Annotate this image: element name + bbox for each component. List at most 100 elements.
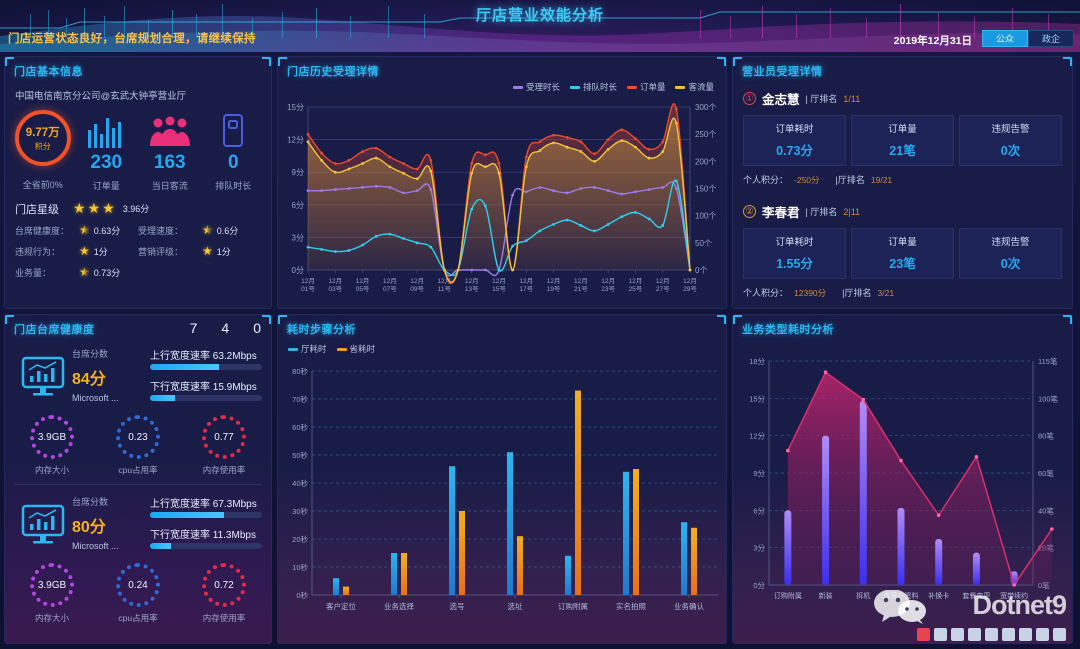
gauge-value: 3.9GB (37, 579, 67, 591)
clerk-rank-value: 2|11 (843, 206, 861, 217)
corner-decoration (717, 315, 726, 324)
legend-item-traffic[interactable]: 客流量 (675, 81, 714, 93)
corner-decoration (1063, 315, 1072, 324)
legend-item-province-time[interactable]: 省耗时 (336, 343, 376, 355)
metric-violation: 违规行为： ★ 1分 (15, 244, 138, 258)
kpi-queue: 0 排队时长 (202, 110, 266, 192)
gauge-memory-size: 3.9GB 内存大小 (9, 415, 95, 476)
stat-value: 1.55分 (776, 257, 813, 271)
svg-text:12月: 12月 (519, 277, 533, 285)
svg-text:21号: 21号 (574, 285, 588, 293)
personal-score-value: 12390分 (794, 287, 827, 298)
svg-text:30秒: 30秒 (292, 506, 308, 516)
foot-rank-value: 3/21 (877, 287, 895, 298)
desk-os-name: Microsoft ... (72, 541, 119, 551)
chart-biztype: 0分3分6分9分12分15分18分0笔20笔40笔60笔80笔100笔115笔订… (749, 356, 1058, 600)
star-half-icon: ★ (79, 265, 90, 279)
panel-steps-chart: 耗时步骤分析 厅耗时 省耗时 0秒 10秒 20秒 30秒 40秒 50秒 60秒 70秒 80… (277, 314, 727, 644)
svg-text:0个: 0个 (695, 266, 707, 275)
stat-label: 违规告警 (991, 237, 1030, 248)
clerk-card[interactable]: ① 金志慧 | 厅排名 1/11 订单耗时 0.73分 订单量 21笔 违规告警… (733, 79, 1072, 186)
gauge-label: cpu占用率 (118, 465, 158, 475)
kpi-orders: 230 订单量 (75, 110, 139, 192)
svg-text:补换卡: 补换卡 (928, 591, 949, 600)
star-icon: ★ (87, 200, 101, 216)
svg-text:13号: 13号 (465, 285, 479, 293)
legend-item-order-count[interactable]: 订单量 (626, 81, 665, 93)
rank-badge-icon: ② (743, 205, 756, 218)
clerk-rank-label: | 厅排名 (805, 207, 838, 217)
tab-public[interactable]: 公众 (982, 30, 1028, 47)
panel-title-steps: 耗时步骤分析 (287, 324, 356, 336)
svg-text:改客户资料: 改客户资料 (884, 591, 919, 600)
svg-text:12月: 12月 (601, 277, 615, 285)
corner-decoration (262, 315, 271, 324)
metric-value: 1分 (93, 246, 108, 257)
gauge-label: 内存使用率 (202, 465, 246, 475)
svg-text:05号: 05号 (356, 285, 370, 293)
segment-toggle[interactable]: 公众 政企 (982, 30, 1074, 47)
clerk-rank-value: 1/11 (843, 93, 861, 104)
corner-decoration (5, 57, 14, 66)
legend-steps[interactable]: 厅耗时 省耗时 (278, 337, 726, 355)
page-title: 厅店营业效能分析 (475, 7, 605, 24)
legend-item-handling-time[interactable]: 受理时长 (512, 81, 560, 93)
svg-text:19号: 19号 (547, 285, 561, 293)
page-header: 厅店营业效能分析 门店运营状态良好，台席规划合理，请继续保持 2019年12月3… (0, 0, 1080, 52)
points-ring: 9.77万 积分 (14, 110, 71, 166)
dashboard-body: 门店基本信息 中国电信南京分公司@玄武大钟亭营业厅 9.77万 积分 全省前0% (0, 52, 1080, 649)
svg-text:25号: 25号 (629, 285, 643, 293)
svg-text:6分: 6分 (292, 201, 304, 210)
desk-health-counters: 7 4 0 (190, 320, 261, 336)
panel-desk-health: 门店台席健康度 7 4 0 台席分数 84分 Microsoft ... 上行宽… (4, 314, 272, 644)
svg-text:3分: 3分 (292, 233, 304, 242)
desk-block[interactable]: 台席分数 80分 Microsoft ... 上行宽度速率 67.3Mbps 下… (5, 485, 271, 561)
panel-store-info: 门店基本信息 中国电信南京分公司@玄武大钟亭营业厅 9.77万 积分 全省前0% (4, 56, 272, 309)
svg-text:拆机: 拆机 (856, 591, 870, 600)
monitor-icon (14, 493, 72, 557)
foot-rank-label: |厅排名 (842, 288, 872, 298)
svg-text:12月: 12月 (465, 277, 479, 285)
legend-history[interactable]: 受理时长 排队时长 订单量 客流量 (512, 81, 714, 93)
legend-item-queue-time[interactable]: 排队时长 (569, 81, 617, 93)
gauge-ring: 0.24 (116, 563, 160, 607)
gauge-ring: 3.9GB (30, 415, 74, 459)
gauge-value: 0.77 (214, 431, 234, 443)
upload-speed-label: 上行宽度速率 67.3Mbps (150, 499, 257, 510)
legend-swatch (336, 347, 347, 351)
kpi-visitors: 163 当日客流 (138, 110, 202, 192)
legend-item-hall-time[interactable]: 厅耗时 (288, 343, 327, 355)
clerk-header: ① 金志慧 | 厅排名 1/11 (743, 89, 1062, 108)
svg-text:3分: 3分 (753, 544, 765, 553)
legend-swatch (288, 347, 298, 351)
clerk-card[interactable]: ② 李春君 | 厅排名 2|11 订单耗时 1.55分 订单量 23笔 违规告警… (733, 186, 1072, 299)
points-sub: 积分 (34, 142, 51, 151)
desk-os-name: Microsoft ... (72, 393, 119, 403)
desk-score-value: 80分 (72, 519, 106, 536)
counter-total: 7 (189, 320, 198, 336)
chart-history-lines: 0分 3分 6分 9分 12分 15分 0个 50个 100个 150个 200个 250个 300个 1… (287, 103, 716, 293)
metric-value: 0.73分 (93, 267, 121, 278)
svg-text:15分: 15分 (749, 394, 765, 403)
legend-swatch (512, 85, 523, 89)
tab-government[interactable]: 政企 (1028, 30, 1074, 47)
svg-text:27号: 27号 (656, 285, 670, 293)
desk-block[interactable]: 台席分数 84分 Microsoft ... 上行宽度速率 63.2Mbps 下… (5, 337, 271, 413)
svg-text:业务确认: 业务确认 (674, 601, 704, 611)
svg-text:9分: 9分 (753, 469, 765, 478)
svg-text:11号: 11号 (438, 285, 452, 293)
legend-label: 省耗时 (349, 344, 376, 354)
points-value: 9.77万 (25, 127, 60, 139)
svg-text:实名拍照: 实名拍照 (616, 601, 646, 611)
stat-label: 订单量 (888, 237, 917, 248)
metric-value: 1分 (216, 246, 231, 257)
upload-speed-bar (150, 512, 262, 518)
metric-handling-speed: 受理速度： ★ 0.6分 (138, 223, 261, 237)
svg-text:40笔: 40笔 (1038, 505, 1054, 515)
gauge-cpu-usage: 0.24 cpu占用率 (95, 563, 181, 624)
desk-gauges: 3.9GB 内存大小 0.24 cpu占用率 0.72 内存使用率 (5, 561, 271, 632)
svg-text:客户定位: 客户定位 (326, 601, 356, 611)
svg-text:业务选择: 业务选择 (384, 601, 414, 611)
stat-value: 23笔 (889, 257, 916, 271)
svg-text:0分: 0分 (753, 581, 765, 590)
